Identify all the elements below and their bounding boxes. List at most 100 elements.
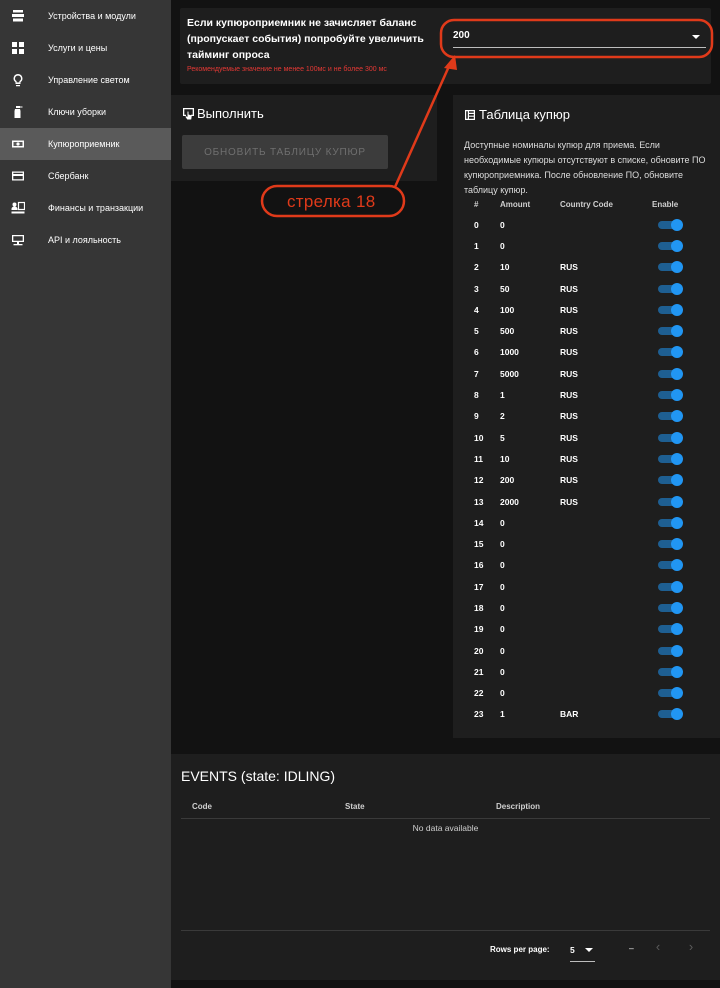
cell-enable (644, 512, 709, 533)
cell-amount: 0 (500, 539, 505, 550)
sidebar-item-devices[interactable]: Устройства и модули (0, 0, 171, 32)
sidebar-item-finance[interactable]: Финансы и транзакции (0, 192, 171, 224)
table-row: 23 1 BAR (464, 704, 709, 725)
cell-enable (644, 491, 709, 512)
cell-amount: 500 (500, 326, 515, 337)
api-icon (11, 233, 25, 247)
enable-toggle[interactable] (658, 218, 684, 231)
cell-country-code: RUS (560, 283, 578, 294)
cell-country-code (560, 555, 644, 576)
enable-toggle[interactable] (658, 665, 684, 678)
execute-title-text: Выполнить (197, 106, 264, 121)
toggle-knob (671, 218, 683, 231)
toggle-knob (671, 474, 683, 487)
cell-enable (644, 597, 709, 618)
enable-toggle[interactable] (658, 282, 684, 295)
polling-timing-select[interactable]: 200 (453, 22, 706, 48)
enable-toggle[interactable] (658, 687, 684, 700)
enable-toggle[interactable] (658, 239, 684, 252)
table-row: 16 0 (464, 555, 709, 576)
cell-amount: 200 (500, 475, 515, 486)
cell-number: 17 (474, 581, 484, 592)
enable-toggle[interactable] (658, 644, 684, 657)
enable-toggle[interactable] (658, 346, 684, 359)
next-page-button[interactable]: › (683, 939, 699, 957)
cell-country-code (560, 619, 644, 640)
sidebar-item-lighting[interactable]: Управление светом (0, 64, 171, 96)
enable-toggle[interactable] (658, 452, 684, 465)
sidebar-item-label: Устройства и модули (48, 11, 136, 21)
cell-amount: 100 (500, 304, 515, 315)
table-row: 4 100 RUS (464, 299, 709, 320)
cell-country-code (560, 661, 644, 682)
enable-toggle[interactable] (658, 559, 684, 572)
enable-toggle[interactable] (658, 410, 684, 423)
cell-country-code: RUS (560, 496, 578, 507)
cell-country-code (560, 533, 644, 554)
cell-number: 16 (474, 560, 484, 571)
cell-amount: 5 (500, 432, 505, 443)
cell-number: 11 (474, 453, 483, 464)
toggle-knob (671, 239, 683, 252)
cell-enable (644, 661, 709, 682)
banknote-icon (11, 137, 25, 151)
toggle-knob (671, 303, 683, 316)
cell-amount: 50 (500, 283, 510, 294)
table-row: 22 0 (464, 683, 709, 704)
sidebar-item-sberbank[interactable]: Сбербанк (0, 160, 171, 192)
enable-toggle[interactable] (658, 389, 684, 402)
cell-number: 13 (474, 496, 484, 507)
cell-amount: 1000 (500, 347, 519, 358)
enable-toggle[interactable] (658, 303, 684, 316)
touch-app-icon (182, 107, 195, 120)
finance-icon (11, 201, 25, 215)
table-row: 7 5000 RUS (464, 363, 709, 384)
cell-enable (644, 619, 709, 640)
sidebar-item-cleaning-keys[interactable]: Ключи уборки (0, 96, 171, 128)
enable-toggle[interactable] (658, 367, 684, 380)
cell-number: 0 (474, 219, 479, 230)
cell-number: 10 (474, 432, 484, 443)
enable-toggle[interactable] (658, 580, 684, 593)
enable-toggle[interactable] (658, 623, 684, 636)
sidebar-item-bill-acceptor[interactable]: Купюроприемник (0, 128, 171, 160)
enable-toggle[interactable] (658, 431, 684, 444)
cell-number: 3 (474, 283, 479, 294)
bills-table-title-text: Таблица купюр (479, 107, 570, 122)
column-header-state: State (345, 802, 365, 811)
cell-number: 20 (474, 645, 484, 656)
enable-toggle[interactable] (658, 325, 684, 338)
cell-number: 9 (474, 411, 479, 422)
bills-table-title: Таблица купюр (464, 107, 570, 122)
cell-country-code: RUS (560, 390, 578, 401)
enable-toggle[interactable] (658, 474, 684, 487)
cell-number: 14 (474, 517, 484, 528)
cell-country-code: RUS (560, 475, 578, 486)
enable-toggle[interactable] (658, 495, 684, 508)
enable-toggle[interactable] (658, 601, 684, 614)
table-row: 10 (464, 235, 709, 256)
toggle-knob (671, 580, 683, 593)
sidebar-item-api[interactable]: API и лояльность (0, 224, 171, 256)
cell-amount: 10 (500, 453, 510, 464)
table-icon (464, 109, 476, 121)
update-bills-table-button[interactable]: ОБНОВИТЬ ТАБЛИЦУ КУПЮР (182, 135, 388, 169)
table-row: 12 200 RUS (464, 470, 709, 491)
enable-toggle[interactable] (658, 708, 684, 721)
table-row: 2 10 RUS (464, 257, 709, 278)
cell-country-code: RUS (560, 432, 578, 443)
enable-toggle[interactable] (658, 538, 684, 551)
previous-page-button[interactable]: ‹ (650, 939, 666, 957)
rows-per-page-select[interactable]: 5 (570, 940, 595, 962)
enable-toggle[interactable] (658, 261, 684, 274)
enable-toggle[interactable] (658, 516, 684, 529)
cell-amount: 1 (500, 390, 505, 401)
sidebar-item-services[interactable]: Услуги и цены (0, 32, 171, 64)
execute-title: Выполнить (182, 106, 264, 121)
credit-card-icon (11, 169, 25, 183)
cell-country-code (560, 640, 644, 661)
toggle-knob (671, 708, 683, 721)
sidebar-item-label: Управление светом (48, 75, 130, 85)
cell-country-code: RUS (560, 368, 578, 379)
table-row: 8 1 RUS (464, 384, 709, 405)
